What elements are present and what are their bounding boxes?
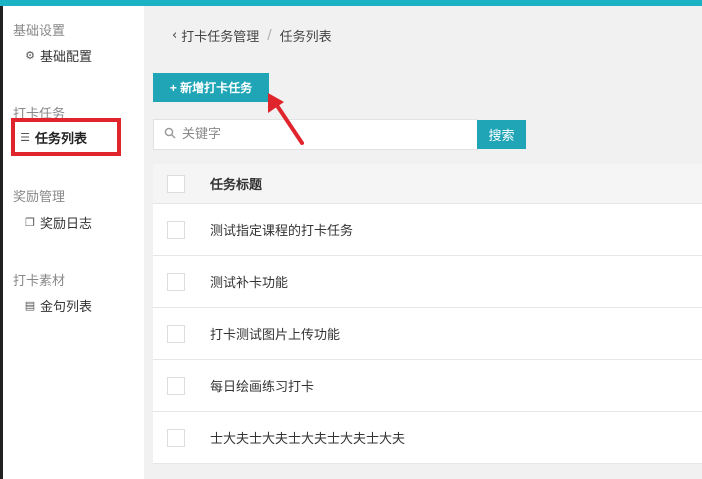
table-row[interactable]: 测试指定课程的打卡任务 xyxy=(153,204,702,256)
sidebar-item-label: 奖励日志 xyxy=(40,217,93,232)
task-table: 任务标题 测试指定课程的打卡任务 测试补卡功能 打卡测试图片上传功能 每日绘画练… xyxy=(153,164,702,464)
breadcrumb-current: 任务列表 xyxy=(279,30,332,45)
gears-icon: ⚙ xyxy=(25,49,35,62)
sidebar-item-label: 任务列表 xyxy=(35,131,88,147)
sidebar-item-label: 金句列表 xyxy=(40,300,93,315)
add-task-button[interactable]: + 新增打卡任务 xyxy=(153,73,269,102)
row-checkbox[interactable] xyxy=(167,220,185,239)
sidebar-group-basic: 基础设置 xyxy=(13,24,66,39)
select-all-checkbox[interactable] xyxy=(167,174,185,193)
search-button[interactable]: 搜索 xyxy=(477,120,526,149)
chevron-left-icon[interactable]: ‹ xyxy=(172,28,177,43)
sidebar-group-rewards: 奖励管理 xyxy=(13,190,66,205)
sidebar: 基础设置 ⚙ 基础配置 打卡任务 ☰ 任务列表 奖励管理 ❐ 奖励日志 打卡素材… xyxy=(3,6,144,479)
search-box xyxy=(153,119,478,150)
row-checkbox[interactable] xyxy=(167,428,185,447)
copy-icon: ❐ xyxy=(25,216,35,229)
breadcrumb-parent[interactable]: 打卡任务管理 xyxy=(181,26,259,45)
row-title: 士大夫士大夫士大夫士大夫士大夫 xyxy=(210,432,406,447)
row-title: 每日绘画练习打卡 xyxy=(210,380,315,395)
table-row[interactable]: 打卡测试图片上传功能 xyxy=(153,308,702,360)
sidebar-item-label: 基础配置 xyxy=(40,50,93,65)
sidebar-item-quotes[interactable]: ▤ 金句列表 xyxy=(23,296,92,315)
main-content: ‹ 打卡任务管理 / 任务列表 + 新增打卡任务 搜索 任务标题 测试指定课程的… xyxy=(144,6,702,479)
row-checkbox[interactable] xyxy=(167,272,185,291)
newspaper-icon: ▤ xyxy=(24,299,36,312)
sidebar-item-task-list[interactable]: ☰ 任务列表 xyxy=(11,118,121,156)
row-title: 测试指定课程的打卡任务 xyxy=(210,224,354,239)
row-checkbox[interactable] xyxy=(167,324,185,343)
table-row[interactable]: 每日绘画练习打卡 xyxy=(153,360,702,412)
column-header-title: 任务标题 xyxy=(210,178,263,193)
row-checkbox[interactable] xyxy=(167,376,185,395)
list-icon: ☰ xyxy=(20,130,30,144)
breadcrumb-separator: / xyxy=(267,28,272,43)
sidebar-item-reward-log[interactable]: ❐ 奖励日志 xyxy=(23,213,92,232)
search-icon xyxy=(158,127,182,143)
row-title: 打卡测试图片上传功能 xyxy=(210,328,341,343)
sidebar-group-materials: 打卡素材 xyxy=(13,274,66,289)
search-input[interactable] xyxy=(182,127,462,142)
row-title: 测试补卡功能 xyxy=(210,276,289,291)
breadcrumb: ‹ 打卡任务管理 / 任务列表 xyxy=(172,26,332,45)
table-row[interactable]: 士大夫士大夫士大夫士大夫士大夫 xyxy=(153,412,702,464)
table-row[interactable]: 测试补卡功能 xyxy=(153,256,702,308)
table-header: 任务标题 xyxy=(153,164,702,204)
sidebar-item-basic-config[interactable]: ⚙ 基础配置 xyxy=(23,46,92,65)
